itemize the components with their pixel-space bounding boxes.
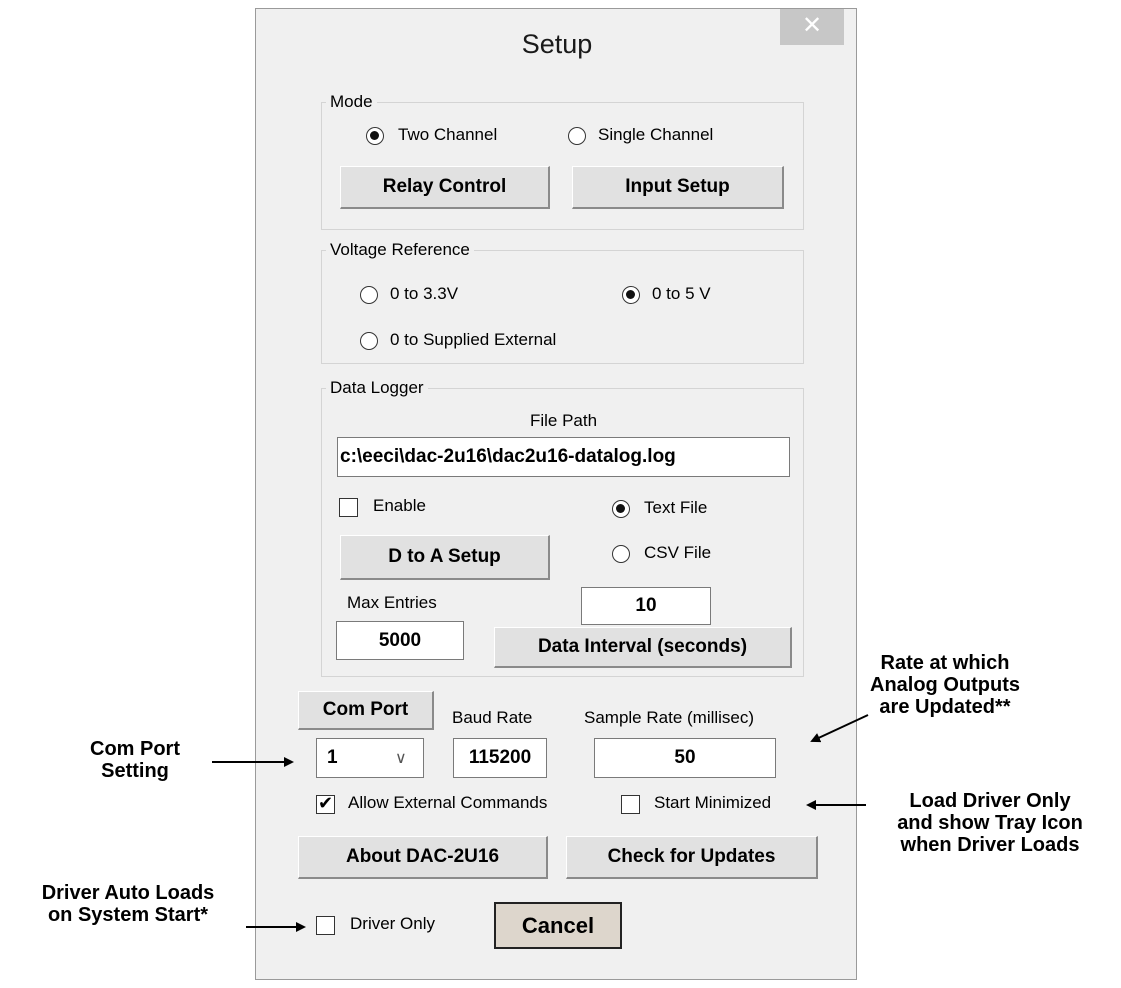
rate-arrow bbox=[810, 714, 869, 743]
annotation-arrows bbox=[212, 714, 869, 932]
